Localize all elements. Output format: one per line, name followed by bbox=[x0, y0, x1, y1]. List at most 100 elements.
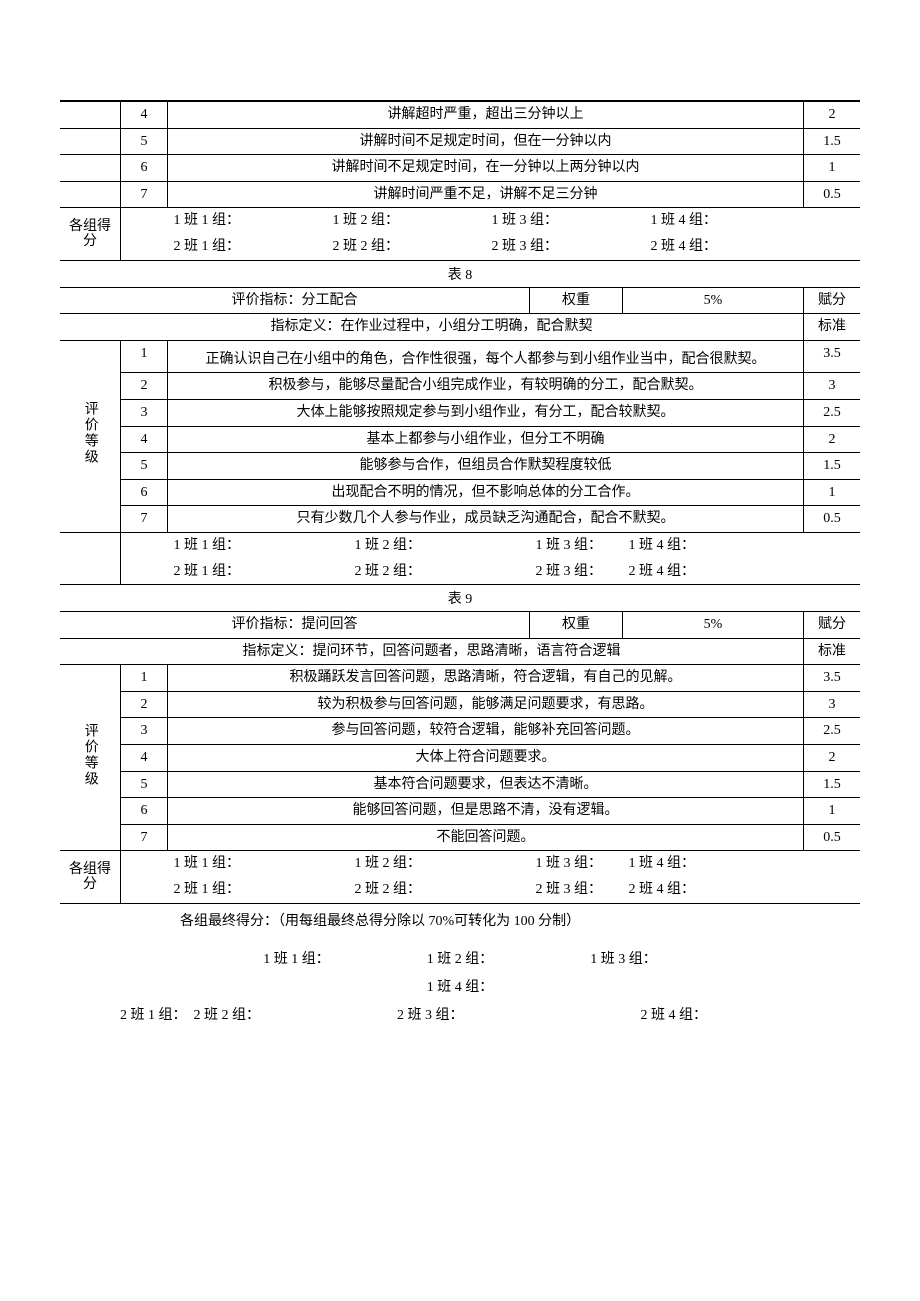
level-desc: 只有少数几个人参与作业，成员缺乏沟通配合，配合不默契。 bbox=[168, 506, 804, 533]
biaozhun-label: 标准 bbox=[804, 314, 861, 341]
level-row: 7 讲解时间严重不足，讲解不足三分钟 0.5 bbox=[60, 181, 860, 208]
group-cell: 1 班 2 组： bbox=[349, 532, 530, 558]
group-cell: 1 班 1 组： bbox=[168, 208, 327, 234]
level-score: 2.5 bbox=[804, 718, 861, 745]
level-label: 评价等级 bbox=[80, 401, 100, 465]
level-score: 1 bbox=[804, 479, 861, 506]
level-row: 7 不能回答问题。 0.5 bbox=[60, 824, 860, 851]
level-desc: 出现配合不明的情况，但不影响总体的分工合作。 bbox=[168, 479, 804, 506]
level-num: 6 bbox=[121, 798, 168, 825]
level-score: 2.5 bbox=[804, 399, 861, 426]
level-score: 1 bbox=[804, 798, 861, 825]
table8: 评价指标：分工配合 权重 5% 赋分 指标定义：在作业过程中，小组分工明确，配合… bbox=[60, 287, 860, 586]
level-num: 3 bbox=[121, 399, 168, 426]
table8-caption: 表 8 bbox=[60, 261, 860, 287]
group-cell: 2 班 3 组： bbox=[530, 559, 623, 585]
level-desc: 讲解时间不足规定时间，在一分钟以上两分钟以内 bbox=[168, 155, 804, 182]
level-desc: 讲解超时严重，超出三分钟以上 bbox=[168, 102, 804, 129]
level-score: 1.5 bbox=[804, 128, 861, 155]
table9: 评价指标：提问回答 权重 5% 赋分 指标定义：提问环节，回答问题者，思路清晰，… bbox=[60, 611, 860, 904]
group-cell: 1 班 2 组： bbox=[327, 208, 486, 234]
level-desc: 大体上能够按照规定参与到小组作业，有分工，配合较默契。 bbox=[168, 399, 804, 426]
level-row: 3 大体上能够按照规定参与到小组作业，有分工，配合较默契。 2.5 bbox=[60, 399, 860, 426]
table7: 4 讲解超时严重，超出三分钟以上 2 5 讲解时间不足规定时间，但在一分钟以内 … bbox=[60, 100, 860, 261]
group-cell: 2 班 2 组： bbox=[327, 234, 486, 260]
level-num: 4 bbox=[121, 745, 168, 772]
level-row: 3 参与回答问题，较符合逻辑，能够补充回答问题。 2.5 bbox=[60, 718, 860, 745]
level-row: 2 积极参与，能够尽量配合小组完成作业，有较明确的分工，配合默契。 3 bbox=[60, 373, 860, 400]
level-num: 5 bbox=[121, 453, 168, 480]
table9-caption: 表 9 bbox=[60, 585, 860, 611]
level-desc: 能够回答问题，但是思路不清，没有逻辑。 bbox=[168, 798, 804, 825]
level-desc: 参与回答问题，较符合逻辑，能够补充回答问题。 bbox=[168, 718, 804, 745]
level-row: 7 只有少数几个人参与作业，成员缺乏沟通配合，配合不默契。 0.5 bbox=[60, 506, 860, 533]
biaozhun-label: 标准 bbox=[804, 638, 861, 665]
final-row1: 1 班 1 组： 1 班 2 组： 1 班 3 组： bbox=[60, 944, 860, 972]
group-cell: 1 班 1 组： bbox=[168, 532, 349, 558]
level-num: 5 bbox=[121, 771, 168, 798]
level-row: 评价等级 1 正确认识自己在小组中的角色，合作性很强，每个人都参与到小组作业当中… bbox=[60, 340, 860, 366]
level-score: 3.5 bbox=[804, 665, 861, 692]
level-num: 7 bbox=[121, 506, 168, 533]
indicator-row: 评价指标：分工配合 权重 5% 赋分 bbox=[60, 288, 860, 314]
final-cell: 2 班 4 组： bbox=[641, 1004, 781, 1024]
group-cell: 2 班 4 组： bbox=[623, 559, 804, 585]
level-row: 6 讲解时间不足规定时间，在一分钟以上两分钟以内 1 bbox=[60, 155, 860, 182]
level-score: 0.5 bbox=[804, 506, 861, 533]
final-note: 各组最终得分：（用每组最终总得分除以 70%可转化为 100 分制） bbox=[60, 904, 860, 944]
group-score-row: 2 班 1 组： 2 班 2 组： 2 班 3 组： 2 班 4 组： bbox=[60, 877, 860, 903]
level-num: 1 bbox=[121, 340, 168, 366]
group-cell: 2 班 2 组： bbox=[349, 559, 530, 585]
group-cell: 2 班 4 组： bbox=[645, 234, 804, 260]
level-score: 2 bbox=[804, 426, 861, 453]
level-row: 4 讲解超时严重，超出三分钟以上 2 bbox=[60, 102, 860, 129]
group-cell: 1 班 4 组： bbox=[623, 532, 804, 558]
level-label: 评价等级 bbox=[80, 723, 100, 787]
level-num: 4 bbox=[121, 426, 168, 453]
final-cell: 1 班 4 组： bbox=[427, 976, 494, 996]
level-num: 6 bbox=[121, 479, 168, 506]
group-cell: 2 班 3 组： bbox=[530, 877, 623, 903]
level-row: 6 出现配合不明的情况，但不影响总体的分工合作。 1 bbox=[60, 479, 860, 506]
level-score: 3 bbox=[804, 691, 861, 718]
level-desc: 能够参与合作，但组员合作默契程度较低 bbox=[168, 453, 804, 480]
fufen-label: 赋分 bbox=[804, 288, 861, 314]
group-cell: 1 班 1 组： bbox=[168, 851, 349, 877]
level-desc: 基本上都参与小组作业，但分工不明确 bbox=[168, 426, 804, 453]
level-score: 2 bbox=[804, 745, 861, 772]
weight-value: 5% bbox=[623, 288, 804, 314]
level-row: 2 较为积极参与回答问题，能够满足问题要求，有思路。 3 bbox=[60, 691, 860, 718]
level-desc: 讲解时间不足规定时间，但在一分钟以内 bbox=[168, 128, 804, 155]
level-num: 2 bbox=[121, 691, 168, 718]
final-row2: 2 班 1 组： 2 班 2 组： 2 班 3 组： 2 班 4 组： bbox=[60, 1000, 860, 1028]
indicator-label: 评价指标：分工配合 bbox=[60, 288, 530, 314]
group-score-row: 2 班 1 组： 2 班 2 组： 2 班 3 组： 2 班 4 组： bbox=[60, 234, 860, 260]
level-score: 2 bbox=[804, 102, 861, 129]
final-cell: 1 班 2 组： bbox=[380, 948, 540, 968]
final-cell: 1 班 3 组： bbox=[544, 948, 704, 968]
level-score: 0.5 bbox=[804, 824, 861, 851]
final-cell: 2 班 1 组： bbox=[120, 1004, 190, 1024]
level-num: 2 bbox=[121, 373, 168, 400]
level-desc: 积极踊跃发言回答问题，思路清晰，符合逻辑，有自己的见解。 bbox=[168, 665, 804, 692]
level-row: 6 能够回答问题，但是思路不清，没有逻辑。 1 bbox=[60, 798, 860, 825]
level-num: 1 bbox=[121, 665, 168, 692]
definition-row: 指标定义：在作业过程中，小组分工明确，配合默契 标准 bbox=[60, 314, 860, 341]
final-cell: 1 班 1 组： bbox=[217, 948, 377, 968]
fufen-label: 赋分 bbox=[804, 612, 861, 638]
group-cell: 2 班 2 组： bbox=[349, 877, 530, 903]
group-cell: 1 班 3 组： bbox=[486, 208, 645, 234]
level-num: 7 bbox=[121, 181, 168, 208]
definition-row: 指标定义：提问环节，回答问题者，思路清晰，语言符合逻辑 标准 bbox=[60, 638, 860, 665]
indicator-row: 评价指标：提问回答 权重 5% 赋分 bbox=[60, 612, 860, 638]
group-score-row: 各组得分 1 班 1 组： 1 班 2 组： 1 班 3 组： 1 班 4 组： bbox=[60, 208, 860, 234]
level-row: 4 大体上符合问题要求。 2 bbox=[60, 745, 860, 772]
group-cell: 2 班 1 组： bbox=[168, 559, 349, 585]
level-desc: 大体上符合问题要求。 bbox=[168, 745, 804, 772]
level-desc: 讲解时间严重不足，讲解不足三分钟 bbox=[168, 181, 804, 208]
level-score: 3 bbox=[804, 373, 861, 400]
final-cell: 2 班 3 组： bbox=[397, 1004, 637, 1024]
level-score: 0.5 bbox=[804, 181, 861, 208]
level-score: 1.5 bbox=[804, 453, 861, 480]
weight-label: 权重 bbox=[530, 288, 623, 314]
